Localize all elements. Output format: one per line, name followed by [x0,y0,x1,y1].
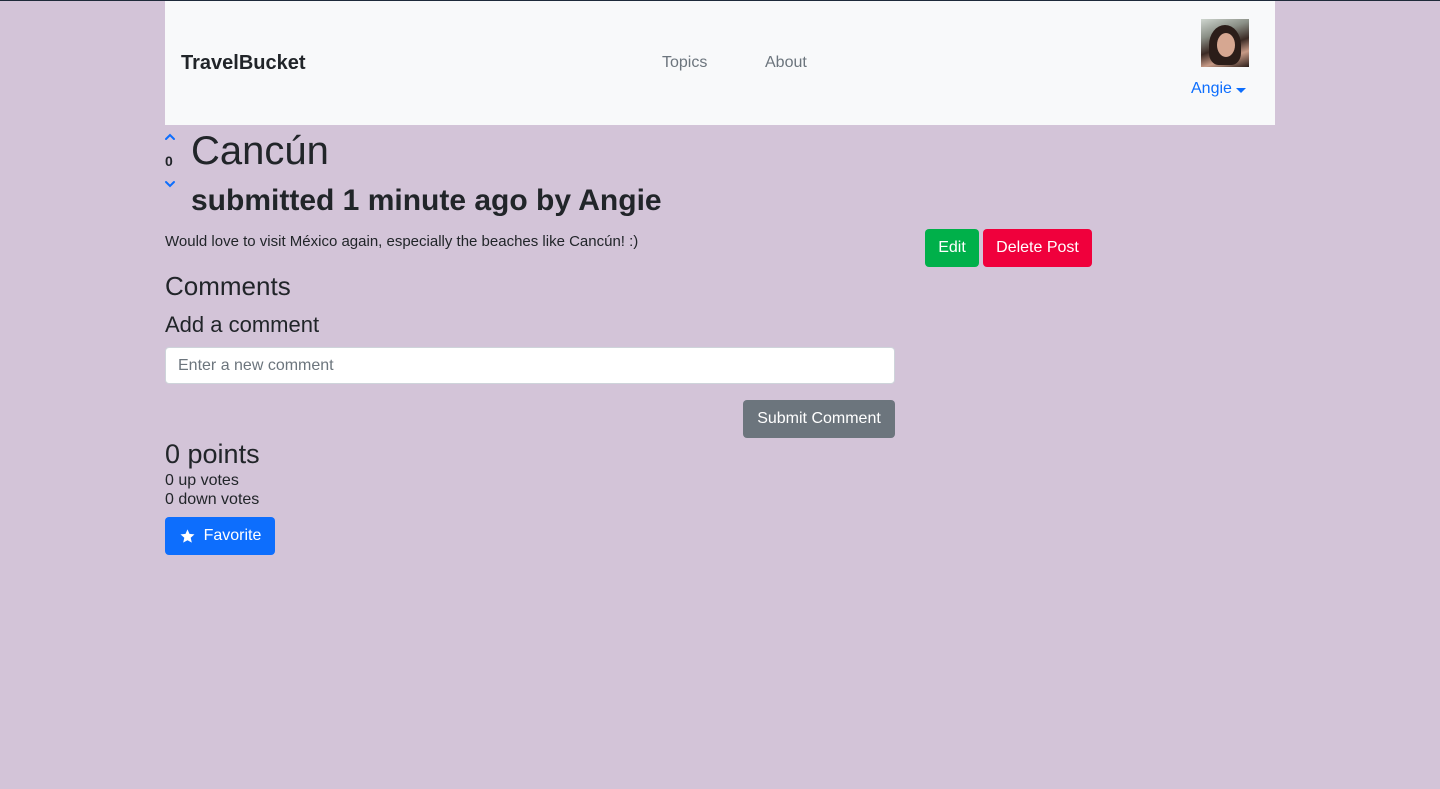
favorite-button[interactable]: Favorite [165,517,275,555]
post-title: Cancún [191,129,329,173]
comments-heading: Comments [165,271,291,301]
chevron-up-icon[interactable] [163,131,177,143]
avatar-face [1217,33,1235,57]
nav-topics-link[interactable]: Topics [662,54,707,72]
chevron-down-icon[interactable] [163,178,177,190]
brand-link[interactable]: TravelBucket [181,52,306,75]
navbar: TravelBucket Topics About Angie [165,1,1275,125]
down-votes-count: 0 down votes [165,491,260,508]
points-total: 0 points [165,439,260,469]
user-name: Angie [1191,80,1232,97]
delete-post-button[interactable]: Delete Post [983,229,1092,267]
avatar[interactable] [1201,19,1249,67]
submit-comment-button[interactable]: Submit Comment [743,400,895,438]
post-submitted-info: submitted 1 minute ago by Angie [191,184,662,217]
favorite-label: Favorite [203,527,262,544]
user-dropdown[interactable]: Angie [1191,80,1246,98]
nav-about-link[interactable]: About [765,54,807,72]
post-body: Would love to visit México again, especi… [165,233,639,250]
add-comment-heading: Add a comment [165,312,320,337]
up-votes-count: 0 up votes [165,472,239,489]
star-icon [180,529,195,543]
comment-input[interactable] [165,347,895,384]
edit-button[interactable]: Edit [925,229,979,267]
vote-count: 0 [165,153,173,169]
caret-down-icon [1235,87,1246,93]
